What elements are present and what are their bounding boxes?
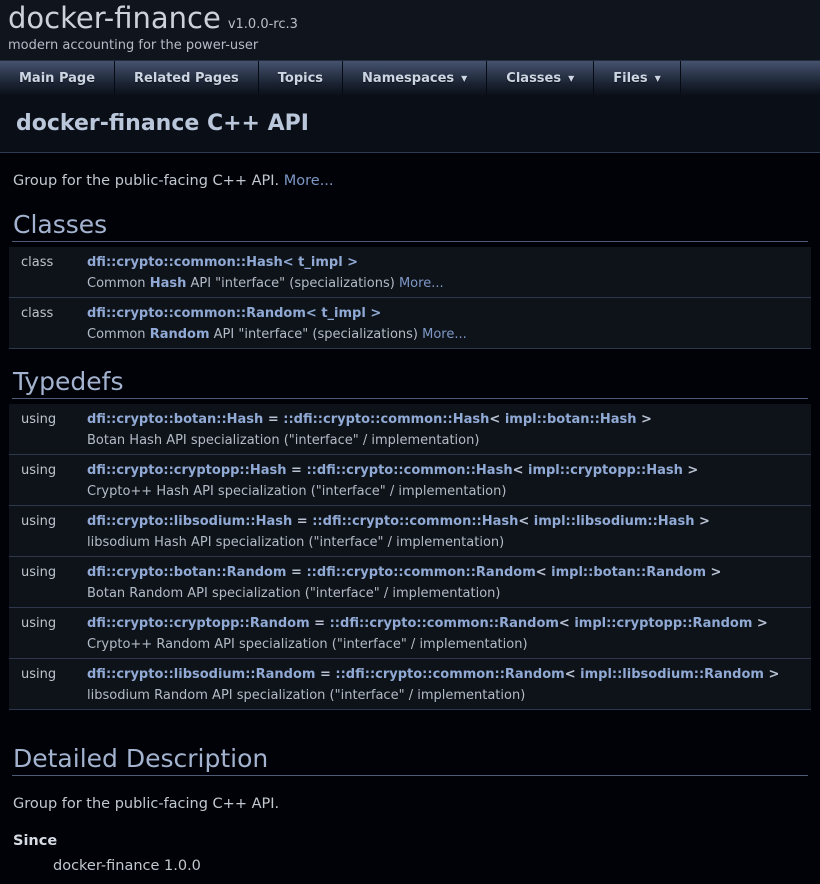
member-description: libsodium Hash API specialization ("inte…	[87, 532, 811, 553]
member-kind: using	[21, 460, 87, 481]
member-kind: using	[21, 409, 87, 430]
tab-files[interactable]: Files▼	[594, 61, 681, 95]
table-row: classdfi::crypto::common::Random< t_impl…	[9, 298, 811, 349]
class-link[interactable]: dfi::crypto::common::Random< t_impl >	[87, 306, 381, 321]
intro-paragraph: Group for the public-facing C++ API. Mor…	[13, 171, 808, 192]
tab-topics[interactable]: Topics	[259, 61, 343, 95]
type-link[interactable]: impl::botan::Random	[551, 565, 706, 580]
page-title: docker-finance C++ API	[16, 111, 309, 136]
member-kind: using	[21, 664, 87, 685]
member-kind: class	[21, 252, 87, 273]
classes-table: classdfi::crypto::common::Hash< t_impl >…	[9, 247, 811, 349]
member-kind: using	[21, 613, 87, 634]
more-link[interactable]: More...	[284, 173, 334, 189]
member-description: libsodium Random API specialization ("in…	[87, 685, 811, 706]
project-version: v1.0.0-rc.3	[228, 17, 298, 32]
typedef-link[interactable]: dfi::crypto::libsodium::Hash	[87, 514, 292, 529]
project-brief: modern accounting for the power-user	[8, 38, 820, 53]
tab-main-page[interactable]: Main Page	[0, 61, 115, 95]
title-area: docker-finance v1.0.0-rc.3 modern accoun…	[0, 0, 820, 60]
tab-namespaces[interactable]: Namespaces▼	[343, 61, 487, 95]
type-link[interactable]: impl::cryptopp::Random	[574, 616, 752, 631]
tab-classes[interactable]: Classes▼	[487, 61, 594, 95]
member-description: Botan Hash API specialization ("interfac…	[87, 430, 811, 451]
table-row: usingdfi::crypto::botan::Random = ::dfi:…	[9, 557, 811, 608]
member-description: Common Random API "interface" (specializ…	[87, 324, 811, 345]
page-header: docker-finance C++ API	[0, 95, 820, 153]
chevron-down-icon: ▼	[461, 75, 467, 83]
type-link[interactable]: impl::botan::Hash	[505, 412, 637, 427]
section-heading-typedefs: Typedefs	[12, 369, 808, 399]
member-description: Crypto++ Random API specialization ("int…	[87, 634, 811, 655]
contents: Group for the public-facing C++ API. Mor…	[0, 171, 820, 877]
member-description: Common Hash API "interface" (specializat…	[87, 273, 811, 294]
detailed-description-paragraph: Group for the public-facing C++ API.	[13, 794, 808, 815]
member-description: Botan Random API specialization ("interf…	[87, 583, 811, 604]
more-link[interactable]: More...	[422, 327, 467, 342]
typedef-link[interactable]: dfi::crypto::cryptopp::Hash	[87, 463, 286, 478]
main-nav: Main Page Related Pages Topics Namespace…	[0, 60, 820, 95]
type-link[interactable]: ::dfi::crypto::common::Random	[330, 616, 559, 631]
type-link[interactable]: ::dfi::crypto::common::Hash	[283, 412, 489, 427]
class-link[interactable]: Hash	[150, 276, 187, 291]
member-kind: class	[21, 303, 87, 324]
typedef-link[interactable]: dfi::crypto::botan::Random	[87, 565, 286, 580]
more-link[interactable]: More...	[399, 276, 444, 291]
class-link[interactable]: Random	[150, 327, 210, 342]
table-row: usingdfi::crypto::cryptopp::Random = ::d…	[9, 608, 811, 659]
type-link[interactable]: impl::libsodium::Hash	[534, 514, 695, 529]
typedef-link[interactable]: dfi::crypto::cryptopp::Random	[87, 616, 310, 631]
typedefs-table: usingdfi::crypto::botan::Hash = ::dfi::c…	[9, 404, 811, 710]
tab-related-pages[interactable]: Related Pages	[115, 61, 259, 95]
chevron-down-icon: ▼	[655, 75, 661, 83]
section-heading-detailed-description: Detailed Description	[12, 746, 808, 776]
type-link[interactable]: ::dfi::crypto::common::Random	[306, 565, 535, 580]
member-kind: using	[21, 511, 87, 532]
since-value: docker-finance 1.0.0	[53, 856, 808, 877]
table-row: usingdfi::crypto::libsodium::Hash = ::df…	[9, 506, 811, 557]
table-row: usingdfi::crypto::libsodium::Random = ::…	[9, 659, 811, 710]
since-block: Since docker-finance 1.0.0	[13, 831, 808, 877]
project-name: docker-finance	[8, 3, 221, 34]
type-link[interactable]: ::dfi::crypto::common::Hash	[306, 463, 512, 478]
type-link[interactable]: ::dfi::crypto::common::Hash	[312, 514, 518, 529]
table-row: classdfi::crypto::common::Hash< t_impl >…	[9, 247, 811, 298]
chevron-down-icon: ▼	[568, 75, 574, 83]
typedef-link[interactable]: dfi::crypto::libsodium::Random	[87, 667, 315, 682]
table-row: usingdfi::crypto::cryptopp::Hash = ::dfi…	[9, 455, 811, 506]
since-label: Since	[13, 831, 808, 852]
section-heading-classes: Classes	[12, 212, 808, 242]
type-link[interactable]: impl::cryptopp::Hash	[528, 463, 683, 478]
type-link[interactable]: ::dfi::crypto::common::Random	[335, 667, 564, 682]
member-description: Crypto++ Hash API specialization ("inter…	[87, 481, 811, 502]
class-link[interactable]: dfi::crypto::common::Hash< t_impl >	[87, 255, 358, 270]
table-row: usingdfi::crypto::botan::Hash = ::dfi::c…	[9, 404, 811, 455]
member-kind: using	[21, 562, 87, 583]
type-link[interactable]: impl::libsodium::Random	[580, 667, 764, 682]
typedef-link[interactable]: dfi::crypto::botan::Hash	[87, 412, 263, 427]
